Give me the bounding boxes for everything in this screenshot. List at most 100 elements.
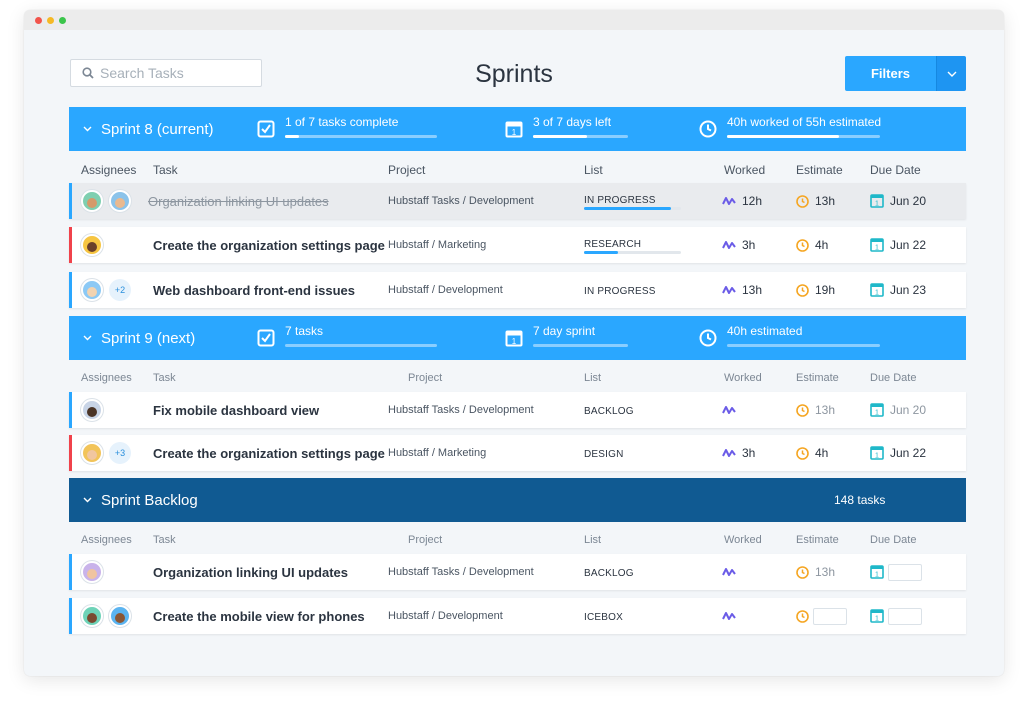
task-list-label: IN PROGRESS [584,195,656,206]
checkbox-icon [257,120,275,138]
column-headers: Assignees Task Project List Worked Estimate Du… [69,531,966,551]
due-date-cell[interactable]: 1 Jun 20 [870,392,926,428]
avatar [81,561,103,583]
filters-button[interactable]: Filters [845,56,936,91]
task-title[interactable]: Organization linking UI updates [148,183,329,219]
task-row[interactable]: Create the mobile view for phones Hubstaf… [69,598,966,634]
column-header-task: Task [153,163,178,177]
sprint-task-count: 148 tasks [834,493,886,507]
estimate-input[interactable] [813,607,847,625]
due-date-input[interactable] [888,607,922,625]
task-list-label: IN PROGRESS [584,286,656,297]
sprint-title-group[interactable]: Sprint 8 (current) [83,121,214,138]
filters-dropdown-toggle[interactable] [936,56,966,91]
due-date-cell[interactable]: 1 [870,554,922,590]
filters-button-group[interactable]: Filters [845,56,966,91]
due-date-cell[interactable]: 1 Jun 22 [870,227,926,263]
task-row[interactable]: +3 Create the organization settings page H… [69,435,966,471]
svg-text:1: 1 [875,245,879,252]
sprint-stat-text: 3 of 7 days left [533,115,612,129]
avatar [81,234,103,256]
sprint-header-0[interactable]: Sprint 8 (current) 1 of 7 tasks complete 1… [69,107,966,151]
column-header-list: List [584,163,603,177]
task-row[interactable]: +2 Web dashboard front-end issues Hubstaff… [69,272,966,308]
assignees[interactable]: +2 [81,272,131,308]
calendar-icon: 1 [505,330,523,347]
sprint-header-1[interactable]: Sprint 9 (next) 7 tasks 1 7 day sprint 40h e… [69,316,966,360]
calendar-icon: 1 [505,121,523,138]
estimate-cell[interactable]: 13h [796,392,835,428]
assignees[interactable]: +3 [81,435,131,471]
due-date-cell[interactable]: 1 [870,598,922,634]
task-title[interactable]: Web dashboard front-end issues [153,272,355,308]
svg-text:1: 1 [875,410,879,417]
list-progress [584,251,681,254]
task-title[interactable]: Create the organization settings page [153,435,385,471]
avatar [81,279,103,301]
task-title[interactable]: Organization linking UI updates [153,554,348,590]
due-date-cell[interactable]: 1 Jun 23 [870,272,926,308]
due-date-cell[interactable]: 1 Jun 22 [870,435,926,471]
task-row[interactable]: Organization linking UI updates Hubstaff … [69,554,966,590]
window-titlebar [24,10,1004,30]
worked-value: 12h [742,194,763,208]
avatar-head [87,198,97,208]
column-header-worked: Worked [724,534,762,546]
task-title[interactable]: Create the mobile view for phones [153,598,365,634]
estimate-cell[interactable] [796,598,847,634]
clock-icon [796,238,809,252]
task-title[interactable]: Create the organization settings page [153,227,385,263]
task-title[interactable]: Fix mobile dashboard view [153,392,319,428]
column-header-due: Due Date [870,163,921,177]
sprint-title-group[interactable]: Sprint Backlog [83,492,198,509]
worked-value: 3h [742,446,756,460]
column-header-project: Project [408,534,443,546]
sprint-stat-text: 1 of 7 tasks complete [285,115,399,129]
estimate-cell[interactable]: 4h [796,227,828,263]
avatar [81,442,103,464]
clock-icon [796,194,809,208]
column-header-assignees: Assignees [81,372,132,384]
avatar [109,190,131,212]
due-date-cell[interactable]: 1 Jun 20 [870,183,926,219]
task-row[interactable]: Organization linking UI updates Hubstaff … [69,183,966,219]
chevron-down-icon [83,497,92,503]
avatar [109,605,131,627]
task-row[interactable]: Create the organization settings page Hub… [69,227,966,263]
calendar-icon: 1 [870,403,884,417]
assignees[interactable] [81,598,131,634]
estimate-cell[interactable]: 19h [796,272,835,308]
minimize-dot[interactable] [47,16,54,24]
column-header-list: List [584,372,602,384]
extra-assignees-badge[interactable]: +2 [109,279,131,301]
due-date-value: Jun 22 [890,446,927,460]
sprint-title: Sprint Backlog [101,491,198,509]
assignees[interactable] [81,183,131,219]
worked-cell: 13h [722,272,762,308]
sprint-header-2[interactable]: Sprint Backlog 148 tasks [69,478,966,522]
assignees[interactable] [81,392,103,428]
activity-icon [722,449,736,457]
calendar-icon: 1 [870,238,884,252]
due-date-input[interactable] [888,563,922,581]
sprint-title-group[interactable]: Sprint 9 (next) [83,330,195,347]
close-dot[interactable] [35,16,42,24]
worked-cell: 12h [722,183,762,219]
task-project: Hubstaff / Development [388,284,503,296]
due-date-value: Jun 20 [890,403,927,417]
column-header-task: Task [153,534,176,546]
calendar-icon: 1 [870,283,884,297]
extra-assignees-badge[interactable]: +3 [109,442,131,464]
column-header-project: Project [408,372,443,384]
activity-icon [722,406,736,414]
column-header-worked: Worked [724,372,762,384]
due-date-value: Jun 20 [890,194,927,208]
estimate-cell[interactable]: 4h [796,435,828,471]
estimate-cell[interactable]: 13h [796,183,835,219]
avatar-head [115,198,125,208]
maximize-dot[interactable] [59,16,66,24]
assignees[interactable] [81,227,103,263]
estimate-cell[interactable]: 13h [796,554,835,590]
task-row[interactable]: Fix mobile dashboard view Hubstaff Tasks … [69,392,966,428]
assignees[interactable] [81,554,103,590]
